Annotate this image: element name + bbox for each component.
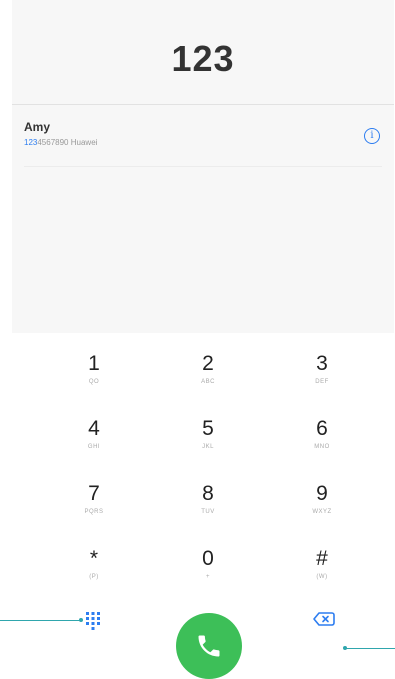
key-digit: 0 [202,547,214,570]
key-letters: QO [88,379,100,385]
callout-line [0,620,80,621]
contact-number: 1234567890 Huawei [24,138,97,147]
dial-keypad: 1 QO 2 ABC 3 DEF 4 GHI 5 JKL 6 MNO 7 PQR… [12,333,394,593]
key-letters: GHI [87,444,101,450]
key-digit: 8 [202,482,214,505]
key-7[interactable]: 7 PQRS [49,463,139,523]
contact-search-result[interactable]: Amy 1234567890 Huawei i [12,106,394,166]
dial-display-area: 123 Amy 1234567890 Huawei i [12,0,394,333]
callout-dot [79,618,83,622]
key-letters: MNO [314,444,330,450]
dialpad-icon[interactable] [82,609,104,631]
callout-line [345,648,395,649]
key-letters: WXYZ [312,509,332,515]
call-button[interactable] [176,613,242,679]
key-letters: (P) [89,574,99,580]
key-letters: DEF [315,379,329,385]
key-3[interactable]: 3 DEF [277,333,367,393]
backspace-icon[interactable] [312,610,336,628]
key-digit: * [89,547,99,570]
key-digit: 7 [88,482,100,505]
key-5[interactable]: 5 JKL [163,398,253,458]
contact-number-match: 123 [24,138,38,147]
info-icon[interactable]: i [364,128,380,144]
key-letters: JKL [202,444,214,450]
key-letters: ABC [201,379,215,385]
key-digit: 5 [202,417,214,440]
key-digit: 9 [316,482,328,505]
key-digit: 4 [88,417,100,440]
key-1[interactable]: 1 QO [49,333,139,393]
key-digit: 6 [316,417,328,440]
key-digit: 3 [316,352,328,375]
key-8[interactable]: 8 TUV [163,463,253,523]
divider [12,104,394,105]
key-digit: 2 [202,352,214,375]
contact-label: Huawei [70,138,98,147]
key-0[interactable]: 0 + [163,528,253,588]
key-4[interactable]: 4 GHI [49,398,139,458]
key-letters: PQRS [84,509,104,515]
contact-number-rest: 4567890 [37,138,69,147]
contact-name: Amy [24,120,51,134]
key-star[interactable]: * (P) [49,528,139,588]
key-letters: TUV [201,509,215,515]
dialed-number: 123 [171,38,235,79]
divider [24,166,382,167]
callout-dot [343,646,347,650]
dialer-action-bar [12,593,394,679]
key-digit: 1 [88,352,100,375]
key-hash[interactable]: # (W) [277,528,367,588]
key-letters: + [205,574,210,580]
key-9[interactable]: 9 WXYZ [277,463,367,523]
phone-icon [198,635,220,657]
key-digit: # [316,547,328,570]
key-letters: (W) [316,574,328,580]
dialer-screen: 123 Amy 1234567890 Huawei i 1 QO 2 ABC 3… [12,0,394,679]
key-2[interactable]: 2 ABC [163,333,253,393]
key-6[interactable]: 6 MNO [277,398,367,458]
